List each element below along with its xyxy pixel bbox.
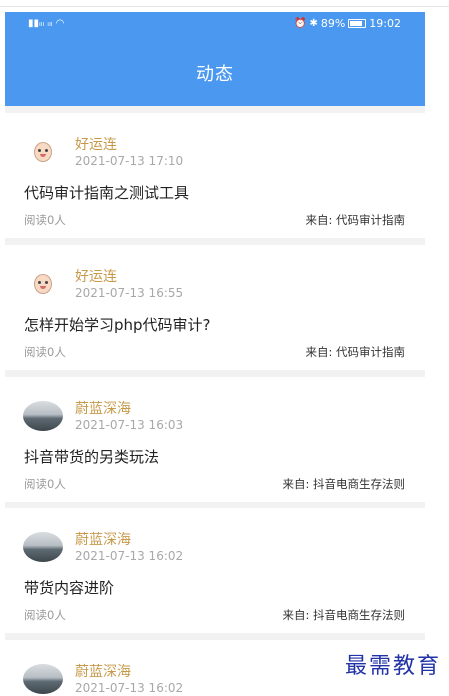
- post-title[interactable]: 怎样开始学习php代码审计?: [24, 314, 211, 335]
- avatar[interactable]: [23, 269, 63, 299]
- read-count: 阅读0人: [24, 213, 66, 227]
- signal-icon: ▮▮ᵢₗₗ ᵢₗₗ ◠: [28, 18, 65, 29]
- status-right: ⏰ ✱ 89% 19:02: [294, 17, 401, 30]
- post-source[interactable]: 来自: 代码审计指南: [305, 212, 405, 228]
- post-source[interactable]: 来自: 代码审计指南: [305, 344, 405, 360]
- post-title[interactable]: 带货内容进阶: [24, 577, 114, 598]
- bluetooth-icon: ✱: [309, 17, 318, 29]
- avatar[interactable]: [23, 401, 63, 431]
- post-source[interactable]: 来自: 抖音电商生存法则: [282, 476, 405, 492]
- page-title: 动态: [196, 64, 234, 85]
- clock: 19:02: [369, 17, 401, 30]
- app-header: ▮▮ᵢₗₗ ᵢₗₗ ◠ ⏰ ✱ 89% 19:02 动态: [5, 12, 425, 106]
- watermark: 最需教育: [344, 654, 441, 679]
- post-card[interactable]: 蔚蓝深海 2021-07-13 16:03 抖音带货的另类玩法阅读0人 来自: 抖音电…: [5, 377, 425, 502]
- author-name[interactable]: 蔚蓝深海: [75, 661, 131, 681]
- post-card[interactable]: 蔚蓝深海 2021-07-13 16:02 带货内容进阶阅读0人 来自: 抖音电商生存…: [5, 508, 425, 633]
- author-name[interactable]: 好运连: [75, 134, 117, 154]
- alarm-icon: ⏰: [294, 17, 307, 29]
- post-time: 2021-07-13 16:03: [75, 418, 184, 432]
- post-title[interactable]: 代码审计指南之测试工具: [24, 182, 189, 203]
- avatar[interactable]: [23, 664, 63, 694]
- avatar[interactable]: [23, 532, 63, 562]
- battery-icon: [348, 19, 367, 28]
- read-count: 阅读0人: [24, 608, 66, 622]
- read-count: 阅读0人: [24, 345, 66, 359]
- post-card[interactable]: 好运连 2021-07-13 17:10 代码审计指南之测试工具阅读0人 来自: 代码…: [5, 113, 425, 238]
- post-time: 2021-07-13 16:02: [75, 681, 184, 695]
- top-divider: [0, 6, 449, 7]
- status-left: ▮▮ᵢₗₗ ᵢₗₗ ◠: [28, 18, 64, 30]
- post-source[interactable]: 来自: 抖音电商生存法则: [282, 607, 405, 623]
- battery-percent: 89%: [320, 17, 346, 30]
- avatar-face-icon: [34, 274, 52, 294]
- read-count: 阅读0人: [24, 477, 66, 491]
- post-title[interactable]: 抖音带货的另类玩法: [24, 446, 159, 467]
- author-name[interactable]: 蔚蓝深海: [75, 398, 131, 418]
- post-time: 2021-07-13 17:10: [75, 154, 184, 168]
- author-name[interactable]: 蔚蓝深海: [75, 529, 131, 549]
- phone-screen: ▮▮ᵢₗₗ ᵢₗₗ ◠ ⏰ ✱ 89% 19:02 动态 好运连 2021-07-…: [5, 12, 425, 696]
- post-card[interactable]: 好运连 2021-07-13 16:55 怎样开始学习php代码审计? 阅读0人 来自:…: [5, 245, 425, 370]
- avatar[interactable]: [23, 137, 63, 167]
- post-time: 2021-07-13 16:55: [75, 286, 184, 300]
- avatar-face-icon: [34, 142, 52, 162]
- status-bar: ▮▮ᵢₗₗ ᵢₗₗ ◠ ⏰ ✱ 89% 19:02: [5, 12, 425, 36]
- post-time: 2021-07-13 16:02: [75, 549, 184, 563]
- author-name[interactable]: 好运连: [75, 266, 117, 286]
